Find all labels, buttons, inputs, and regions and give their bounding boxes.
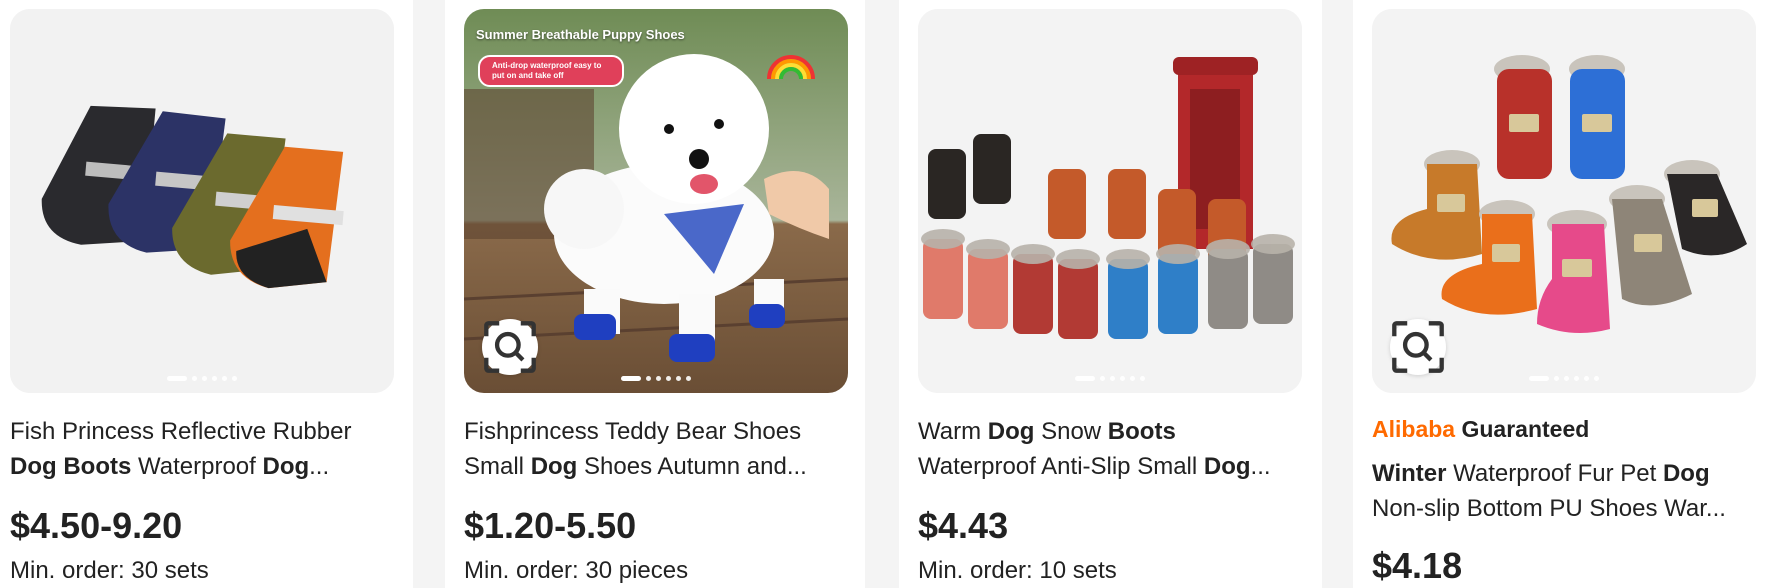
- image-search-icon: [484, 321, 536, 373]
- title-segment: Dog: [530, 453, 578, 480]
- title-line-1: Warm Dog Snow Boots: [918, 414, 1302, 449]
- min-order: Min. order: 30 pieces: [464, 557, 689, 584]
- carousel-dot[interactable]: [1574, 376, 1579, 381]
- title-segment: Snow: [1034, 418, 1108, 445]
- carousel-dot[interactable]: [646, 376, 651, 381]
- title-segment: Winter: [1372, 460, 1447, 487]
- carousel-dot[interactable]: [167, 376, 187, 381]
- carousel-dot[interactable]: [1584, 376, 1589, 381]
- image-search-icon: [1392, 321, 1444, 373]
- product-price: $4.18: [1372, 545, 1463, 586]
- carousel-dot[interactable]: [1554, 376, 1559, 381]
- title-segment: Boots: [63, 453, 132, 480]
- title-segment: Dog: [987, 418, 1035, 445]
- title-segment: Dog: [10, 453, 57, 480]
- title-line-2: Dog Boots Waterproof Dog...: [10, 449, 394, 484]
- carousel-dot[interactable]: [1120, 376, 1125, 381]
- carousel-dot[interactable]: [212, 376, 217, 381]
- carousel-dot[interactable]: [1594, 376, 1599, 381]
- title-segment: Small: [464, 453, 531, 480]
- carousel-dot[interactable]: [192, 376, 197, 381]
- carousel-dots[interactable]: [621, 376, 691, 381]
- title-segment: Dog: [262, 453, 310, 480]
- carousel-dot[interactable]: [1130, 376, 1135, 381]
- banner-title: Summer Breathable Puppy Shoes: [476, 27, 685, 42]
- title-segment: Non-slip Bottom PU Shoes War...: [1372, 495, 1726, 522]
- title-line-2: Small Dog Shoes Autumn and...: [464, 449, 848, 484]
- title-segment: ...: [309, 453, 330, 480]
- title-segment: Fish Princess Reflective Rubber: [10, 418, 352, 445]
- dog-boots-illustration: [10, 9, 394, 393]
- product-title[interactable]: Winter Waterproof Fur Pet Dog Non-slip B…: [1372, 456, 1756, 526]
- title-line-1: Winter Waterproof Fur Pet Dog: [1372, 456, 1756, 491]
- visual-search-button[interactable]: [1390, 319, 1446, 375]
- title-segment: Boots: [1107, 418, 1176, 445]
- carousel-dots[interactable]: [1075, 376, 1145, 381]
- product-card-3[interactable]: Warm Dog Snow Boots Waterproof Anti-Slip…: [899, 0, 1322, 588]
- product-title[interactable]: Warm Dog Snow Boots Waterproof Anti-Slip…: [918, 414, 1302, 484]
- product-grid: Fish Princess Reflective Rubber Dog Boot…: [0, 0, 1766, 588]
- guarantee-label: Guaranteed: [1461, 416, 1590, 442]
- title-segment: Dog: [1203, 453, 1251, 480]
- carousel-dot[interactable]: [1529, 376, 1549, 381]
- carousel-dot[interactable]: [686, 376, 691, 381]
- carousel-dot[interactable]: [1100, 376, 1105, 381]
- guarantee-brand: Alibaba: [1372, 416, 1456, 442]
- carousel-dots[interactable]: [1529, 376, 1599, 381]
- carousel-dot[interactable]: [666, 376, 671, 381]
- banner-pill: Anti-drop waterproof easy to put on and …: [478, 55, 624, 87]
- carousel-dot[interactable]: [676, 376, 681, 381]
- min-order: Min. order: 30 sets: [10, 557, 209, 584]
- title-segment: ...: [1250, 453, 1271, 480]
- snow-boots-illustration: [918, 9, 1302, 393]
- title-segment: Waterproof: [131, 453, 263, 480]
- carousel-dot[interactable]: [1110, 376, 1115, 381]
- title-segment: Dog: [1662, 460, 1710, 487]
- carousel-dot[interactable]: [232, 376, 237, 381]
- carousel-dot[interactable]: [1564, 376, 1569, 381]
- title-segment: Waterproof Fur Pet: [1446, 460, 1663, 487]
- product-card-1[interactable]: Fish Princess Reflective Rubber Dog Boot…: [0, 0, 413, 588]
- product-image[interactable]: Summer Breathable Puppy Shoes Anti-drop …: [464, 9, 848, 393]
- title-line-2: Non-slip Bottom PU Shoes War...: [1372, 491, 1756, 526]
- alibaba-guaranteed-badge[interactable]: Alibaba Guaranteed: [1372, 416, 1589, 443]
- carousel-dot[interactable]: [1140, 376, 1145, 381]
- title-line-1: Fishprincess Teddy Bear Shoes: [464, 414, 848, 449]
- product-image[interactable]: [1372, 9, 1756, 393]
- product-card-2[interactable]: Summer Breathable Puppy Shoes Anti-drop …: [445, 0, 865, 588]
- product-price: $4.43: [918, 505, 1009, 546]
- carousel-dots[interactable]: [167, 376, 237, 381]
- title-segment: Shoes Autumn and...: [577, 453, 807, 480]
- product-card-4[interactable]: Alibaba Guaranteed Winter Waterproof Fur…: [1353, 0, 1766, 588]
- carousel-dot[interactable]: [656, 376, 661, 381]
- product-title[interactable]: Fish Princess Reflective Rubber Dog Boot…: [10, 414, 394, 484]
- title-line-2: Waterproof Anti-Slip Small Dog...: [918, 449, 1302, 484]
- carousel-dot[interactable]: [202, 376, 207, 381]
- product-title[interactable]: Fishprincess Teddy Bear Shoes Small Dog …: [464, 414, 848, 484]
- product-price: $4.50-9.20: [10, 505, 183, 546]
- min-order: Min. order: 10 sets: [918, 557, 1117, 584]
- product-image[interactable]: [918, 9, 1302, 393]
- visual-search-button[interactable]: [482, 319, 538, 375]
- title-segment: Fishprincess Teddy Bear Shoes: [464, 418, 802, 445]
- carousel-dot[interactable]: [621, 376, 641, 381]
- title-segment: Waterproof Anti-Slip Small: [918, 453, 1204, 480]
- carousel-dot[interactable]: [1075, 376, 1095, 381]
- product-image[interactable]: [10, 9, 394, 393]
- product-price: $1.20-5.50: [464, 505, 637, 546]
- carousel-dot[interactable]: [222, 376, 227, 381]
- title-segment: Warm: [918, 418, 988, 445]
- title-line-1: Fish Princess Reflective Rubber: [10, 414, 394, 449]
